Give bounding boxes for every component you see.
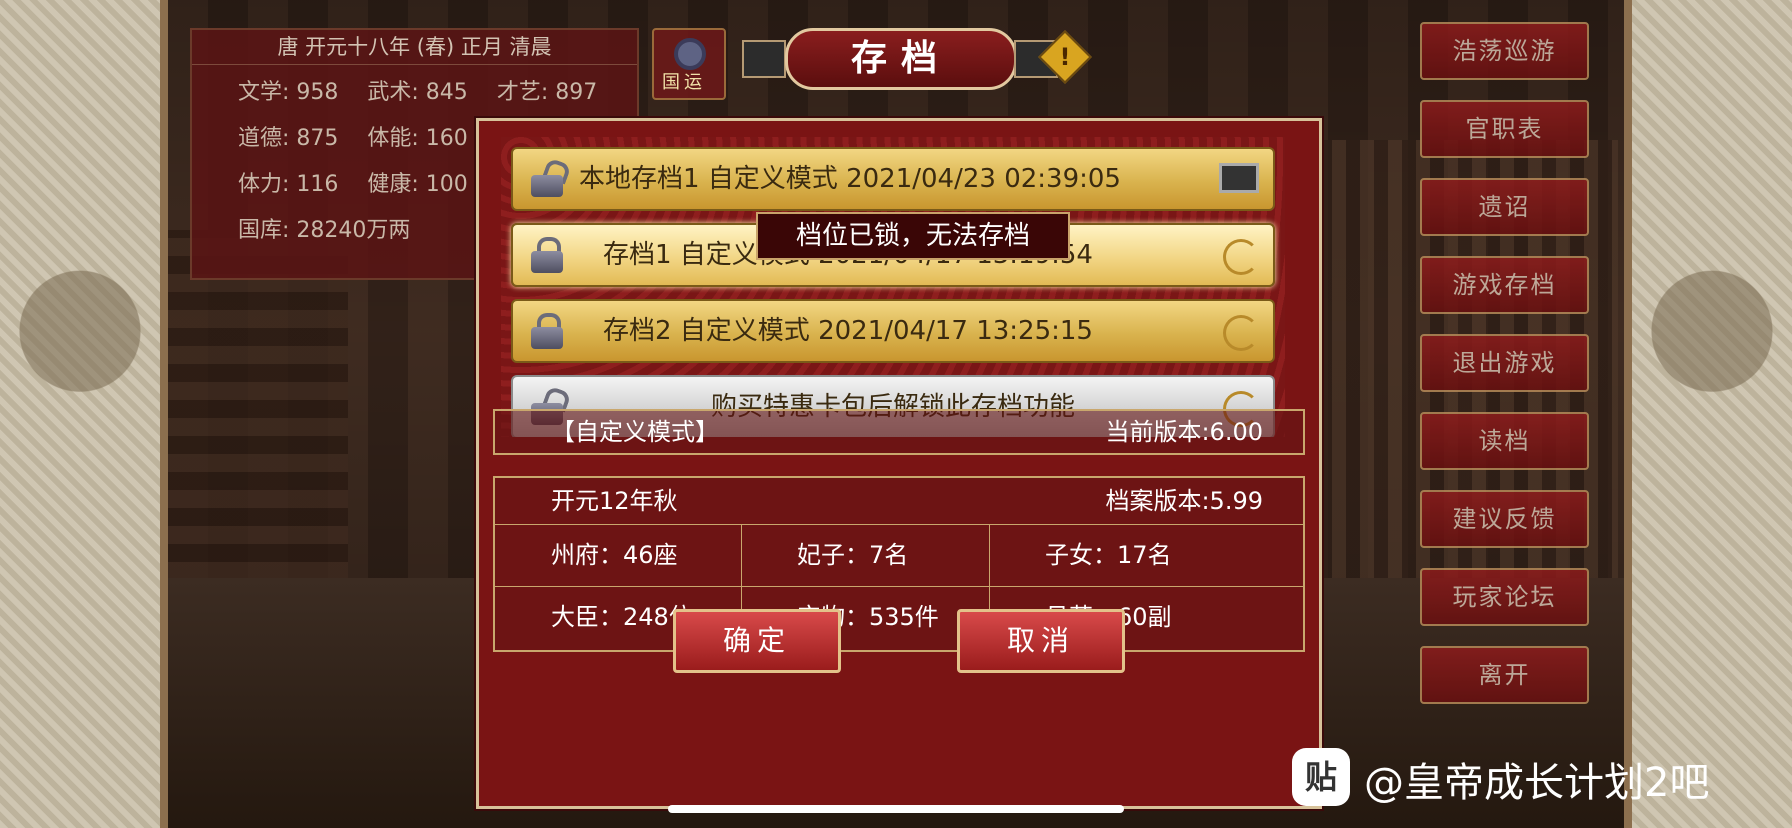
- detail-prefectures: 州府：46座: [551, 541, 678, 569]
- stat-stamina: 体能: 160: [367, 126, 468, 151]
- date-header: 唐 开元十八年 (春) 正月 清晨: [192, 30, 637, 65]
- page-title: 存档: [785, 28, 1017, 90]
- current-version: 当前版本:6.00: [1105, 418, 1263, 446]
- stats-row-1: 文学: 958 武术: 845 才艺: 897: [238, 74, 619, 106]
- cancel-button[interactable]: 取消: [957, 609, 1125, 673]
- menu-load-button[interactable]: 读档: [1420, 412, 1589, 470]
- save-slot-2[interactable]: 存档2 自定义模式 2021/04/17 13:25:15: [511, 299, 1275, 363]
- save-version: 档案版本:5.99: [1105, 487, 1263, 515]
- save-period: 开元12年秋: [551, 487, 678, 515]
- magnifier-icon: [674, 38, 706, 70]
- save-slot-label: 存档2 自定义模式 2021/04/17 13:25:15: [603, 316, 1093, 346]
- national-fortune-label: 国运: [662, 72, 706, 93]
- save-details-header: 开元12年秋 档案版本:5.99: [495, 478, 1303, 525]
- locked-slot-tooltip: 档位已锁，无法存档: [756, 212, 1070, 260]
- computer-icon: [1219, 163, 1259, 193]
- detail-children: 子女：17名: [1045, 541, 1172, 569]
- title-ornament-left: [742, 40, 786, 78]
- detail-ministers: 大臣：248位: [551, 603, 693, 631]
- menu-save-game-button[interactable]: 游戏存档: [1420, 256, 1589, 314]
- confirm-button[interactable]: 确定: [673, 609, 841, 673]
- menu-leave-button[interactable]: 离开: [1420, 646, 1589, 704]
- stat-morality: 道德: 875: [238, 126, 339, 151]
- stats-row-3: 体力: 116 健康: 100: [238, 166, 490, 198]
- menu-officials-button[interactable]: 官职表: [1420, 100, 1589, 158]
- stat-talent: 才艺: 897: [496, 80, 598, 105]
- stat-martial: 武术: 845: [367, 80, 468, 105]
- right-decorative-panel: [1624, 0, 1792, 828]
- stat-health: 健康: 100: [367, 172, 468, 197]
- stat-literature: 文学: 958: [238, 80, 339, 105]
- cloud-icon: [1223, 239, 1259, 275]
- lock-icon: [531, 237, 563, 273]
- lock-open-icon: [531, 157, 572, 197]
- watermark-text: @皇帝成长计划2吧: [1364, 760, 1710, 806]
- menu-exit-game-button[interactable]: 退出游戏: [1420, 334, 1589, 392]
- home-indicator[interactable]: [668, 805, 1124, 813]
- menu-will-button[interactable]: 遗诏: [1420, 178, 1589, 236]
- cloud-icon: [1223, 315, 1259, 351]
- stats-row-4: 国库: 28240万两: [238, 212, 432, 244]
- national-fortune-button[interactable]: 国运: [652, 28, 726, 100]
- stats-row-2: 道德: 875 体能: 160: [238, 120, 490, 152]
- warning-icon-glyph: !: [1059, 43, 1071, 71]
- save-details-panel: 开元12年秋 档案版本:5.99 州府：46座 妃子：7名 子女：17名 大臣：…: [493, 476, 1305, 652]
- stat-strength: 体力: 116: [238, 172, 339, 197]
- lock-icon: [531, 313, 563, 349]
- menu-feedback-button[interactable]: 建议反馈: [1420, 490, 1589, 548]
- mode-header: 【自定义模式】 当前版本:6.00: [493, 409, 1305, 455]
- menu-tour-button[interactable]: 浩荡巡游: [1420, 22, 1589, 80]
- save-slot-local-1[interactable]: 本地存档1 自定义模式 2021/04/23 02:39:05: [511, 147, 1275, 211]
- save-mode: 【自定义模式】: [551, 418, 719, 446]
- save-slot-list[interactable]: 本地存档1 自定义模式 2021/04/23 02:39:05 存档1 自定义模…: [501, 137, 1285, 437]
- menu-forum-button[interactable]: 玩家论坛: [1420, 568, 1589, 626]
- save-slot-label: 本地存档1 自定义模式 2021/04/23 02:39:05: [579, 164, 1121, 194]
- tieba-logo-icon: 贴: [1292, 748, 1350, 806]
- left-decorative-panel: [0, 0, 168, 828]
- stat-treasury: 国库: 28240万两: [238, 218, 411, 243]
- title-bar: 存档: [740, 20, 1060, 90]
- detail-consorts: 妃子：7名: [797, 541, 909, 569]
